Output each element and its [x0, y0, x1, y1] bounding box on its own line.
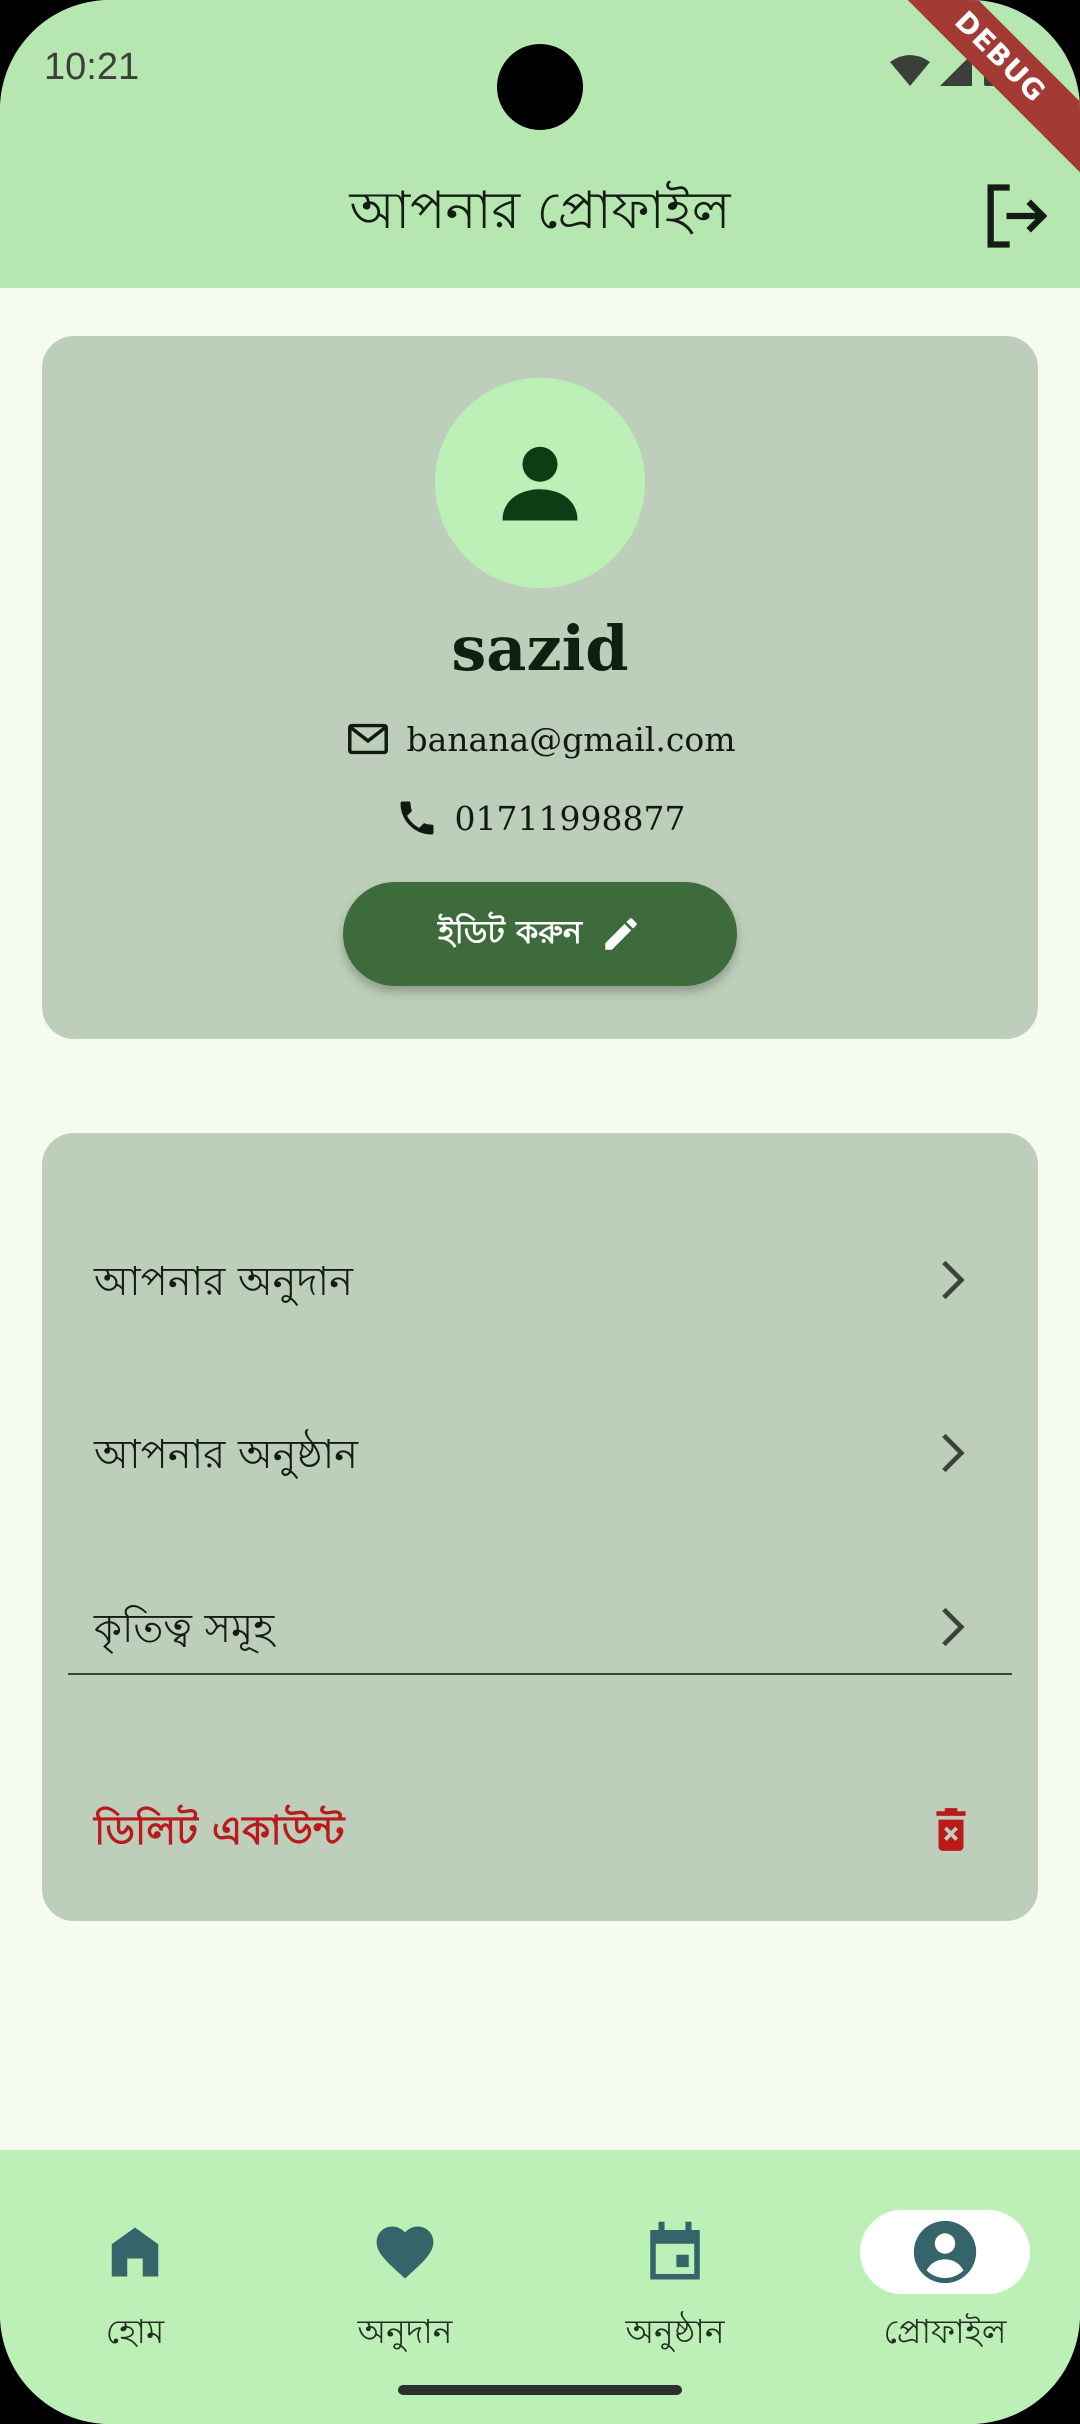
- menu-item-label: কৃতিত্ব সমূহ: [94, 1606, 275, 1652]
- account-circle-icon: [913, 2220, 977, 2284]
- logout-button[interactable]: [978, 178, 1054, 254]
- calendar-icon: [650, 2221, 700, 2280]
- email-row: banana@gmail.com: [42, 716, 1038, 762]
- active-indicator: [860, 2210, 1030, 2294]
- delete-account-button[interactable]: ডিলিট একাউন্ট: [42, 1769, 1038, 1889]
- nav-label: অনুষ্ঠান: [625, 2312, 725, 2351]
- bottom-navigation: হোম অনুদান অনুষ্ঠান প্রোফাইল: [0, 2150, 1080, 2424]
- profile-name: sazid: [451, 612, 629, 685]
- gesture-bar[interactable]: [398, 2385, 682, 2395]
- debug-banner: DEBUG: [876, 0, 1080, 181]
- menu-item-label: আপনার অনুষ্ঠান: [94, 1432, 359, 1478]
- person-icon: [502, 446, 578, 521]
- nav-item-profile[interactable]: প্রোফাইল: [810, 2180, 1080, 2351]
- pencil-icon: [605, 918, 637, 950]
- page-title: আপনার প্রোফাইল: [349, 181, 731, 241]
- profile-menu-card: আপনার অনুদান আপনার অনুষ্ঠান কৃতিত্ব সমূহ…: [42, 1133, 1038, 1921]
- chevron-right-icon: [942, 1260, 965, 1300]
- mail-icon: [347, 723, 388, 755]
- wifi-icon: [890, 55, 930, 86]
- email-text: banana@gmail.com: [406, 719, 736, 759]
- edit-button-label: ইডিট করুন: [438, 913, 582, 951]
- logout-icon: [987, 184, 1048, 248]
- camera-cutout: [497, 44, 583, 130]
- nav-item-donation[interactable]: অনুদান: [270, 2180, 540, 2351]
- app-bar: 10:21 DEBUG আপনার প্রোফাইল: [0, 0, 1080, 288]
- menu-item-label: আপনার অনুদান: [94, 1259, 354, 1305]
- nav-label: প্রোফাইল: [883, 2312, 1007, 2351]
- menu-item-your-events[interactable]: আপনার অনুষ্ঠান: [42, 1393, 1038, 1513]
- chevron-right-icon: [942, 1607, 965, 1647]
- nav-label: হোম: [105, 2312, 165, 2351]
- heart-icon: [376, 2226, 434, 2279]
- home-icon: [111, 2227, 159, 2277]
- nav-label: অনুদান: [357, 2312, 453, 2351]
- nav-item-event[interactable]: অনুষ্ঠান: [540, 2180, 810, 2351]
- menu-item-achievements[interactable]: কৃতিত্ব সমূহ: [42, 1567, 1038, 1687]
- delete-account-label: ডিলিট একাউন্ট: [94, 1808, 345, 1854]
- profile-card: sazid banana@gmail.com 01711998877 ইডিট …: [42, 336, 1038, 1039]
- phone-icon: [400, 801, 434, 835]
- divider: [68, 1673, 1012, 1675]
- phone-row: 01711998877: [42, 796, 1038, 840]
- status-time: 10:21: [44, 46, 140, 88]
- phone-text: 01711998877: [454, 798, 686, 838]
- profile-screen: 10:21 DEBUG আপনার প্রোফাইল sazid banana@…: [0, 0, 1080, 2424]
- menu-item-your-donations[interactable]: আপনার অনুদান: [42, 1220, 1038, 1340]
- chevron-right-icon: [942, 1433, 965, 1473]
- avatar: [435, 378, 645, 588]
- delete-forever-icon: [936, 1808, 966, 1851]
- edit-profile-button[interactable]: ইডিট করুন: [343, 882, 737, 986]
- nav-item-home[interactable]: হোম: [0, 2180, 270, 2351]
